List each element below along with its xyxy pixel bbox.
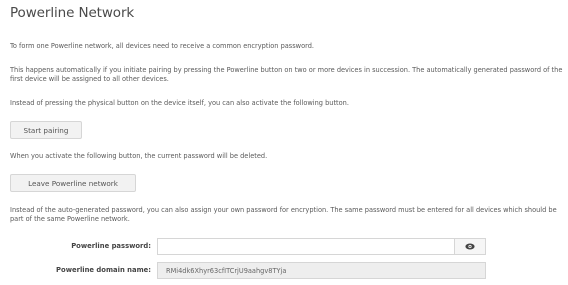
button-alternative-text: Instead of pressing the physical button … (10, 99, 349, 107)
domain-name-field[interactable] (157, 262, 486, 279)
leave-network-button[interactable]: Leave Powerline network (10, 174, 136, 192)
intro-text: To form one Powerline network, all devic… (10, 42, 314, 50)
domain-name-label: Powerline domain name: (56, 266, 151, 274)
page-title: Powerline Network (10, 5, 135, 21)
leave-warning-text: When you activate the following button, … (10, 152, 268, 160)
eye-icon (465, 243, 475, 250)
password-label: Powerline password: (71, 242, 151, 250)
start-pairing-button[interactable]: Start pairing (10, 121, 82, 139)
own-password-text: Instead of the auto-generated password, … (10, 206, 557, 223)
show-password-button[interactable] (454, 238, 486, 255)
automatic-pairing-text: This happens automatically if you initia… (10, 66, 563, 83)
password-field[interactable] (157, 238, 454, 255)
